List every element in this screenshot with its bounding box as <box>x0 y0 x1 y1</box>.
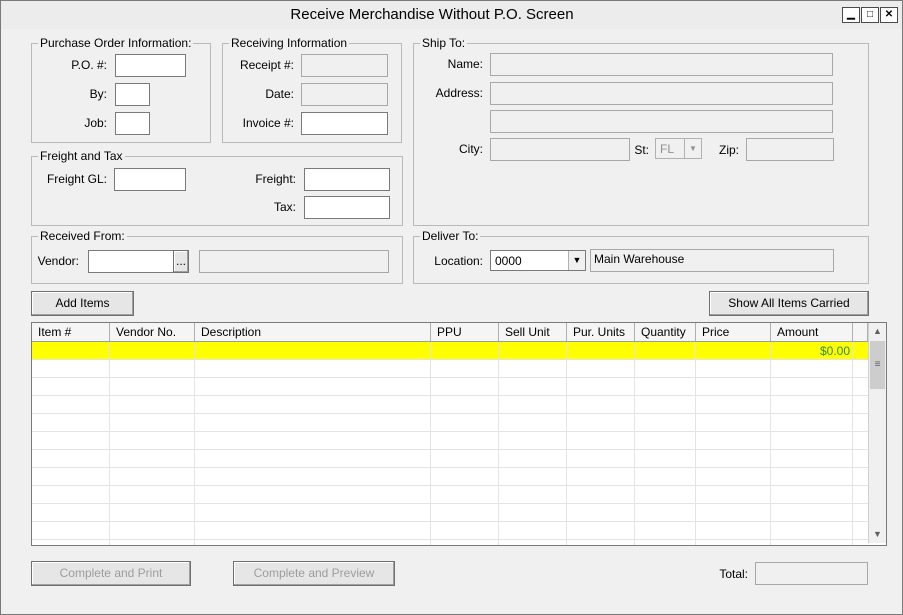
column-divider <box>770 342 771 545</box>
total-label: Total: <box>719 567 748 581</box>
state-value: FL <box>660 142 675 156</box>
vendor-browse-button[interactable]: ... <box>173 250 189 273</box>
scroll-down-icon[interactable]: ▼ <box>869 526 886 543</box>
invoice-input[interactable] <box>301 112 388 135</box>
column-header-pur-units[interactable]: Pur. Units <box>567 323 635 342</box>
table-row[interactable] <box>32 486 868 504</box>
table-row[interactable] <box>32 414 868 432</box>
maximize-button[interactable]: □ <box>861 7 879 23</box>
column-header-description[interactable]: Description <box>195 323 431 342</box>
address-line2-field <box>490 110 833 133</box>
column-divider <box>695 342 696 545</box>
chevron-down-icon: ▼ <box>684 139 701 158</box>
window-title: Receive Merchandise Without P.O. Screen <box>290 6 574 23</box>
column-divider <box>566 342 567 545</box>
po-info-title: Purchase Order Information: <box>38 36 194 50</box>
total-field <box>755 562 868 585</box>
table-row[interactable] <box>32 522 868 540</box>
close-icon: ✕ <box>884 9 894 20</box>
table-row[interactable] <box>32 504 868 522</box>
receiving-info-title: Receiving Information <box>229 36 350 50</box>
scroll-thumb[interactable]: ≡ <box>870 341 885 389</box>
date-field <box>301 83 388 106</box>
minimize-button[interactable]: ▁ <box>842 7 860 23</box>
vendor-input[interactable] <box>88 250 174 273</box>
column-divider <box>430 342 431 545</box>
column-divider <box>498 342 499 545</box>
minimize-icon: ▁ <box>847 9 855 20</box>
table-row-selected[interactable]: $0.00 <box>32 342 868 360</box>
tax-input[interactable] <box>304 196 390 219</box>
column-divider <box>109 342 110 545</box>
close-button[interactable]: ✕ <box>880 7 898 23</box>
complete-and-print-button[interactable]: Complete and Print <box>31 561 191 586</box>
location-select[interactable]: 0000 ▼ <box>490 250 586 271</box>
column-header-quantity[interactable]: Quantity <box>635 323 696 342</box>
table-row[interactable] <box>32 378 868 396</box>
vendor-name-field <box>199 250 389 273</box>
table-row[interactable] <box>32 468 868 486</box>
location-label: Location: <box>434 254 483 268</box>
amount-cell: $0.00 <box>819 344 850 358</box>
deliver-to-title: Deliver To: <box>420 229 481 243</box>
add-items-button[interactable]: Add Items <box>31 291 134 316</box>
job-input[interactable] <box>115 112 150 135</box>
column-header-vendor-no[interactable]: Vendor No. <box>110 323 195 342</box>
scroll-up-icon[interactable]: ▲ <box>869 323 886 340</box>
job-label: Job: <box>84 116 107 130</box>
column-header-amount[interactable]: Amount <box>771 323 853 342</box>
receipt-label: Receipt #: <box>239 58 294 72</box>
po-number-input[interactable] <box>115 54 186 77</box>
table-row[interactable] <box>32 450 868 468</box>
freight-gl-input[interactable] <box>114 168 186 191</box>
received-from-title: Received From: <box>38 229 127 243</box>
zip-field <box>746 138 834 161</box>
city-field <box>490 138 630 161</box>
zip-label: Zip: <box>718 143 739 157</box>
vendor-label: Vendor: <box>37 254 79 268</box>
location-name-field: Main Warehouse <box>590 249 834 272</box>
tax-label: Tax: <box>273 200 296 214</box>
ship-to-title: Ship To: <box>420 36 468 50</box>
by-input[interactable] <box>115 83 150 106</box>
freight-input[interactable] <box>304 168 390 191</box>
date-label: Date: <box>265 87 294 101</box>
city-label: City: <box>459 142 483 156</box>
items-grid[interactable]: Item # Vendor No. Description PPU Sell U… <box>31 322 887 546</box>
table-row[interactable] <box>32 432 868 450</box>
freight-label: Freight: <box>255 172 296 186</box>
receipt-number-field <box>301 54 388 77</box>
po-number-label: P.O. #: <box>71 58 107 72</box>
chevron-down-icon: ▼ <box>568 251 585 270</box>
freight-tax-title: Freight and Tax <box>38 149 125 163</box>
location-value: 0000 <box>495 254 522 268</box>
column-header-filler <box>853 323 868 342</box>
vertical-scrollbar[interactable]: ▲ ≡ ▼ <box>868 323 886 543</box>
state-label: St: <box>634 143 649 157</box>
main-window: Receive Merchandise Without P.O. Screen … <box>0 0 903 615</box>
name-label: Name: <box>447 57 483 71</box>
freight-gl-label: Freight GL: <box>46 172 107 186</box>
invoice-label: Invoice #: <box>242 116 294 130</box>
by-label: By: <box>89 87 107 101</box>
complete-and-preview-button[interactable]: Complete and Preview <box>233 561 395 586</box>
address-label: Address: <box>435 86 483 100</box>
table-row[interactable] <box>32 396 868 414</box>
ship-name-field <box>490 53 833 76</box>
table-row[interactable] <box>32 360 868 378</box>
column-header-ppu[interactable]: PPU <box>431 323 499 342</box>
state-select[interactable]: FL ▼ <box>655 138 702 159</box>
column-divider <box>852 342 853 545</box>
column-divider <box>634 342 635 545</box>
column-divider <box>194 342 195 545</box>
column-header-item[interactable]: Item # <box>32 323 110 342</box>
column-header-price[interactable]: Price <box>696 323 771 342</box>
show-all-items-button[interactable]: Show All Items Carried <box>709 291 869 316</box>
title-bar: Receive Merchandise Without P.O. Screen … <box>1 1 902 29</box>
address-line1-field <box>490 82 833 105</box>
column-header-sell-unit[interactable]: Sell Unit <box>499 323 567 342</box>
maximize-icon: □ <box>866 9 874 20</box>
